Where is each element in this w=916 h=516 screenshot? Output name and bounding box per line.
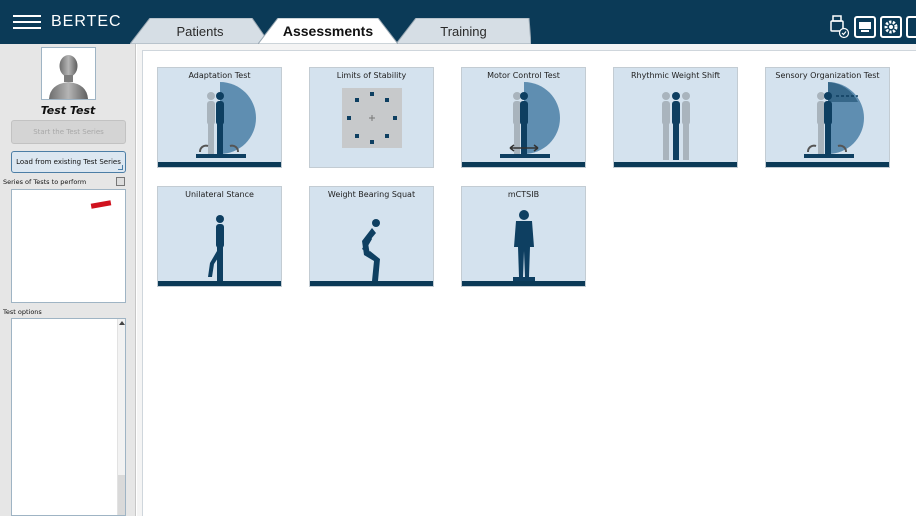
sensory-figure-icon [804,82,864,158]
card-title: Motor Control Test [487,71,560,80]
assessment-card-rhythmic[interactable]: Rhythmic Weight Shift [613,67,738,168]
card-title: Limits of Stability [336,71,407,80]
red-marker [90,200,112,209]
patient-avatar [41,47,96,100]
assessment-card-sensory[interactable]: Sensory Organization Test [765,67,890,168]
card-title: Unilateral Stance [185,190,254,199]
load-test-series-button[interactable]: Load from existing Test Series [11,151,126,173]
usb-icon[interactable] [828,15,850,39]
main-area: Adaptation Test Limits of Stability Moto… [137,44,916,516]
scroll-thumb[interactable] [118,475,125,515]
assessment-card-motor-control[interactable]: Motor Control Test [461,67,586,168]
tab-patients[interactable]: Patients [130,18,270,44]
options-label: Test options [3,308,42,316]
menu-icon [13,15,41,29]
series-list[interactable] [11,189,126,303]
assessment-card-unilateral[interactable]: Unilateral Stance [157,186,282,287]
resize-grip-icon [118,165,123,170]
patient-name: Test Test [40,104,96,117]
top-bar: BERTEC Patients Training Assessments [0,0,916,44]
unilateral-stance-figure-icon [208,215,224,281]
card-title: Sensory Organization Test [775,71,880,80]
card-floor [310,281,433,286]
assessment-card-adaptation[interactable]: Adaptation Test [157,67,282,168]
card-title: mCTSIB [507,190,540,199]
sidebar: Test Test Start the Test Series Load fro… [0,44,136,516]
series-label: Series of Tests to perform [3,178,87,186]
card-title: Rhythmic Weight Shift [630,71,721,80]
card-floor [462,162,585,167]
load-test-series-label: Load from existing Test Series [16,158,121,166]
tab-assessments[interactable]: Assessments [258,18,398,44]
settings-icon[interactable] [880,16,902,38]
person-silhouette-icon [49,55,88,99]
assessment-card-stability[interactable]: Limits of Stability [309,67,434,168]
card-title: Adaptation Test [188,71,251,80]
monitor-icon[interactable] [854,16,876,38]
card-floor [614,162,737,167]
options-scrollbar[interactable] [117,319,125,515]
brand-name: BERTEC [51,13,122,30]
motor-control-figure-icon [500,82,560,158]
tab-patients-label: Patients [176,23,224,39]
assessment-card-mctsib[interactable]: mCTSIB [461,186,586,287]
top-icon-group [828,14,916,40]
mctsib-figure-icon [513,210,535,283]
adaptation-figure-icon [196,82,256,158]
stability-target-icon [342,88,402,148]
squat-figure-icon [362,219,380,281]
card-floor [158,162,281,167]
tab-training[interactable]: Training [396,18,531,44]
rhythmic-figure-icon [662,92,690,160]
overflow-icon[interactable] [906,16,916,38]
tab-training-label: Training [440,23,487,39]
scroll-up-icon[interactable] [119,321,125,325]
assessment-card-squat[interactable]: Weight Bearing Squat [309,186,434,287]
start-test-series-button[interactable]: Start the Test Series [11,120,126,144]
assessment-grid: Adaptation Test Limits of Stability Moto… [142,50,916,516]
test-options-panel[interactable] [11,318,126,516]
tab-assessments-label: Assessments [282,23,374,39]
card-floor [158,281,281,286]
card-title: Weight Bearing Squat [327,190,416,199]
card-floor [462,281,585,286]
bertec-logo: BERTEC [13,12,122,32]
save-icon[interactable] [116,177,125,186]
card-floor [766,162,889,167]
